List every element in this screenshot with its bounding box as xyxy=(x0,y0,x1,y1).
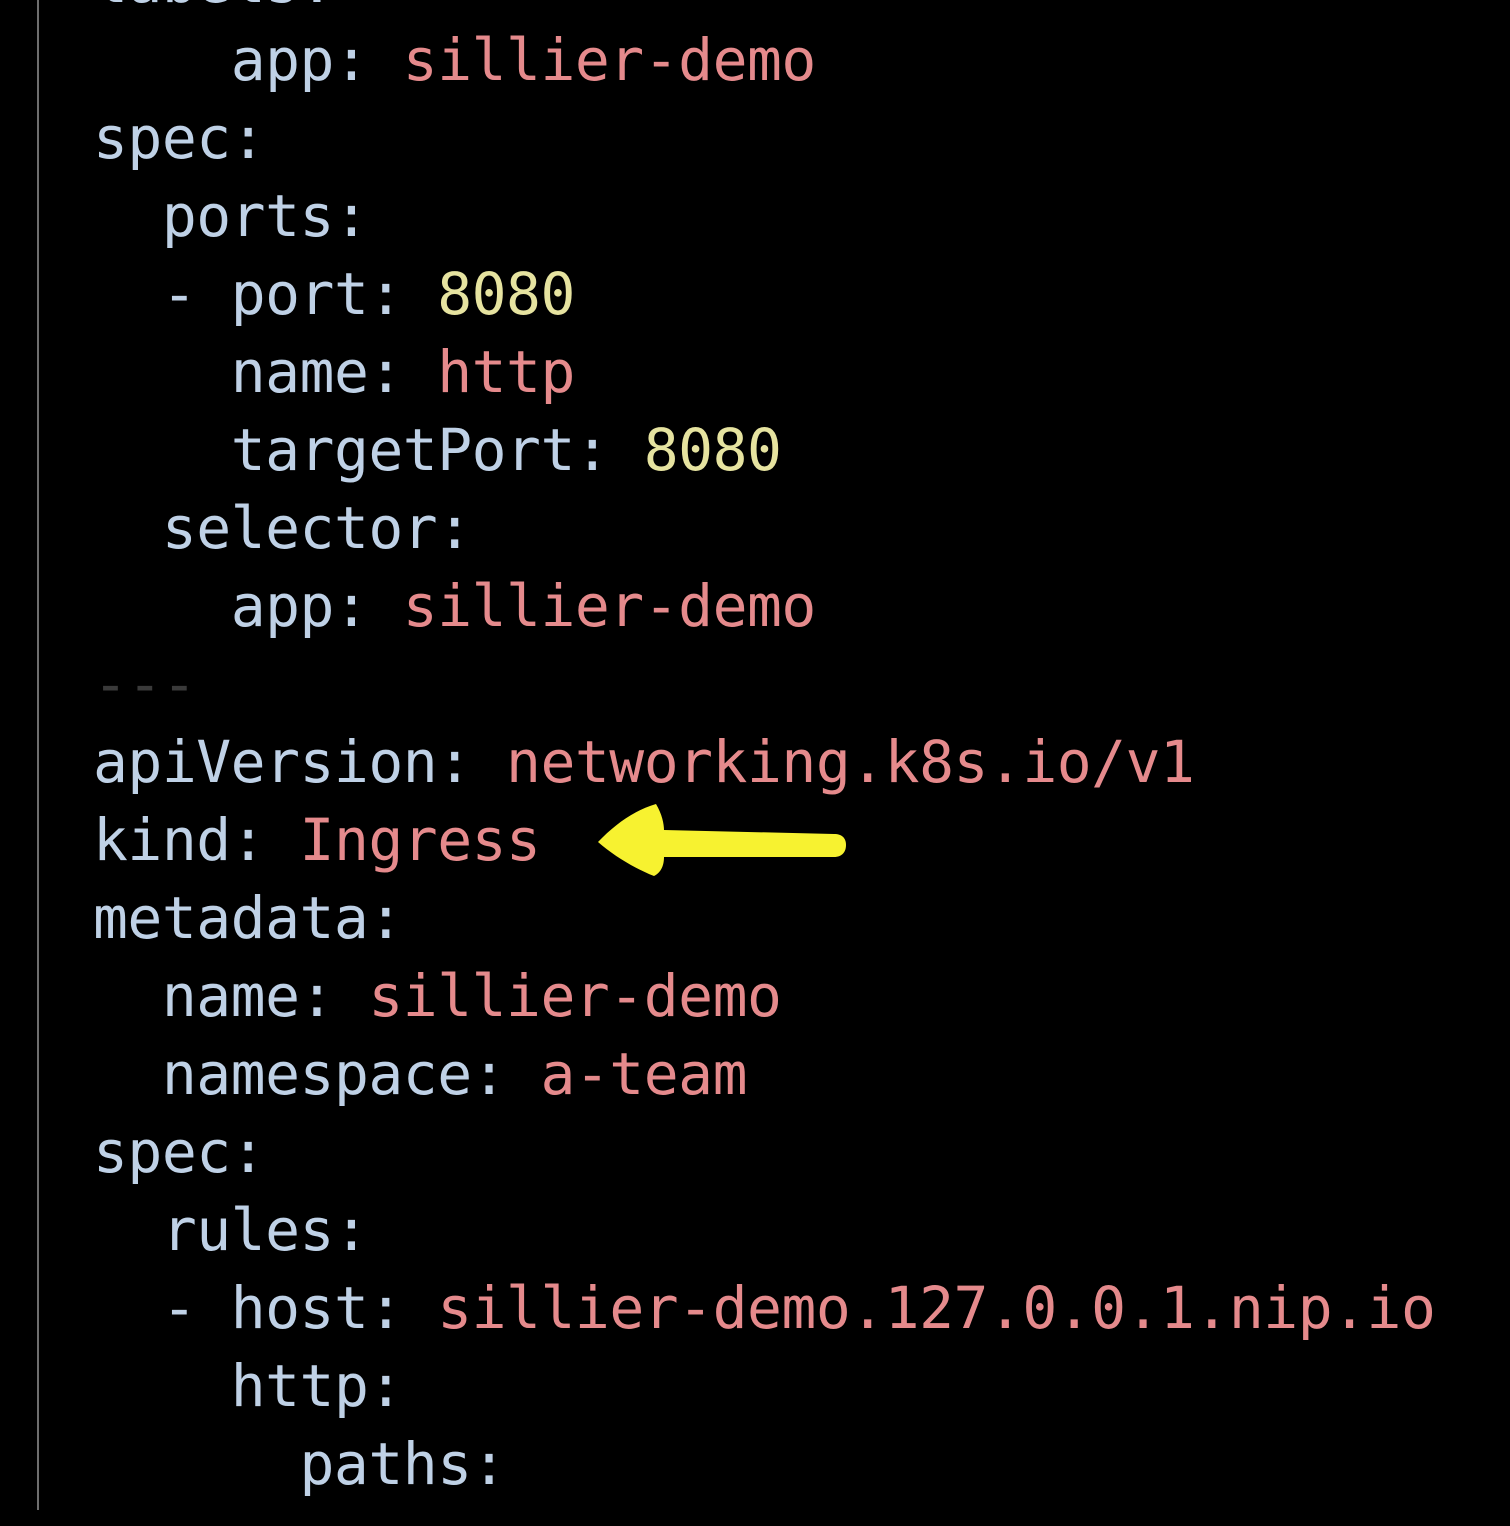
yaml-key: targetPort xyxy=(230,416,576,484)
yaml-number-value: 8080 xyxy=(437,260,575,328)
code-line[interactable]: name: sillier-demo xyxy=(93,957,1435,1035)
code-line[interactable]: selector: xyxy=(93,489,1435,567)
code-line[interactable]: targetPort: 8080 xyxy=(93,411,1435,489)
yaml-colon: : xyxy=(471,1040,507,1108)
yaml-colon: : xyxy=(333,572,369,640)
yaml-colon: : xyxy=(300,0,335,16)
yaml-key: ports xyxy=(161,182,335,250)
yaml-colon: : xyxy=(299,962,335,1030)
yaml-colon: : xyxy=(437,728,472,796)
yaml-key: spec xyxy=(93,1118,231,1186)
yaml-key: labels xyxy=(93,0,300,16)
code-line[interactable]: ports: xyxy=(93,177,1435,255)
code-line[interactable]: spec: xyxy=(93,99,1435,177)
yaml-colon: : xyxy=(333,1196,369,1264)
yaml-number-value: 8080 xyxy=(643,416,782,484)
yaml-colon: : xyxy=(230,104,266,172)
document-separator: --- xyxy=(93,650,197,718)
code-line[interactable]: --- xyxy=(93,645,1435,723)
yaml-colon: : xyxy=(368,1274,403,1342)
list-dash: - xyxy=(161,1274,231,1342)
code-line[interactable]: metadata: xyxy=(93,879,1435,957)
yaml-key: app xyxy=(230,26,335,94)
yaml-colon: : xyxy=(368,884,403,952)
yaml-string-value: networking.k8s.io/v1 xyxy=(506,728,1195,796)
code-line[interactable]: - port: 8080 xyxy=(93,255,1435,333)
code-line[interactable]: app: sillier-demo xyxy=(93,21,1435,99)
yaml-colon: : xyxy=(333,26,369,94)
code-line[interactable]: - host: sillier-demo.127.0.0.1.nip.io xyxy=(93,1269,1436,1347)
code-line[interactable]: apiVersion: networking.k8s.io/v1 xyxy=(93,723,1435,801)
code-line[interactable]: app: sillier-demo xyxy=(93,567,1435,645)
code-line[interactable]: name: http xyxy=(93,333,1435,411)
indent-guide xyxy=(37,0,39,1510)
yaml-colon: : xyxy=(368,260,403,328)
yaml-key: host xyxy=(230,1274,369,1342)
yaml-string-value: sillier-demo xyxy=(368,962,782,1030)
code-line[interactable]: namespace: a-team xyxy=(93,1035,1435,1113)
yaml-colon: : xyxy=(230,1118,266,1186)
yaml-key: apiVersion xyxy=(93,728,438,796)
yaml-colon: : xyxy=(333,182,369,250)
yaml-key: namespace xyxy=(161,1040,472,1108)
yaml-key: selector xyxy=(161,494,438,562)
yaml-string-value: sillier-demo.127.0.0.1.nip.io xyxy=(437,1274,1436,1342)
code-line[interactable]: labels: xyxy=(93,0,1435,21)
yaml-colon: : xyxy=(437,494,472,562)
yaml-key: spec xyxy=(93,104,231,172)
yaml-key: http xyxy=(230,1352,369,1420)
yaml-string-value: sillier-demo xyxy=(402,572,817,640)
yaml-colon: : xyxy=(574,416,610,484)
yaml-code[interactable]: labels: app: sillier-demospec: ports: - … xyxy=(93,0,1436,1503)
code-editor[interactable]: labels: app: sillier-demospec: ports: - … xyxy=(0,0,1510,1526)
code-line[interactable]: spec: xyxy=(93,1113,1435,1191)
yaml-key: port xyxy=(230,260,369,328)
yaml-string-value: sillier-demo xyxy=(402,26,817,94)
yaml-colon: : xyxy=(368,338,403,406)
list-dash: - xyxy=(161,260,231,328)
yaml-key: rules xyxy=(161,1196,335,1264)
yaml-key: kind xyxy=(93,806,231,874)
code-line[interactable]: paths: xyxy=(93,1425,1435,1503)
yaml-string-value: http xyxy=(437,338,575,406)
yaml-colon: : xyxy=(230,806,266,874)
code-line[interactable]: rules: xyxy=(93,1191,1435,1269)
yaml-key: name xyxy=(161,962,300,1030)
yaml-colon: : xyxy=(471,1430,507,1498)
yaml-key: name xyxy=(230,338,369,406)
yaml-key: paths xyxy=(299,1430,473,1498)
yaml-colon: : xyxy=(368,1352,403,1420)
yaml-string-value: a-team xyxy=(540,1040,747,1108)
yaml-string-value: Ingress xyxy=(299,806,541,874)
arrow-left-icon xyxy=(598,804,846,876)
yaml-key: metadata xyxy=(93,884,369,952)
code-line[interactable]: http: xyxy=(93,1347,1435,1425)
yaml-key: app xyxy=(230,572,335,640)
